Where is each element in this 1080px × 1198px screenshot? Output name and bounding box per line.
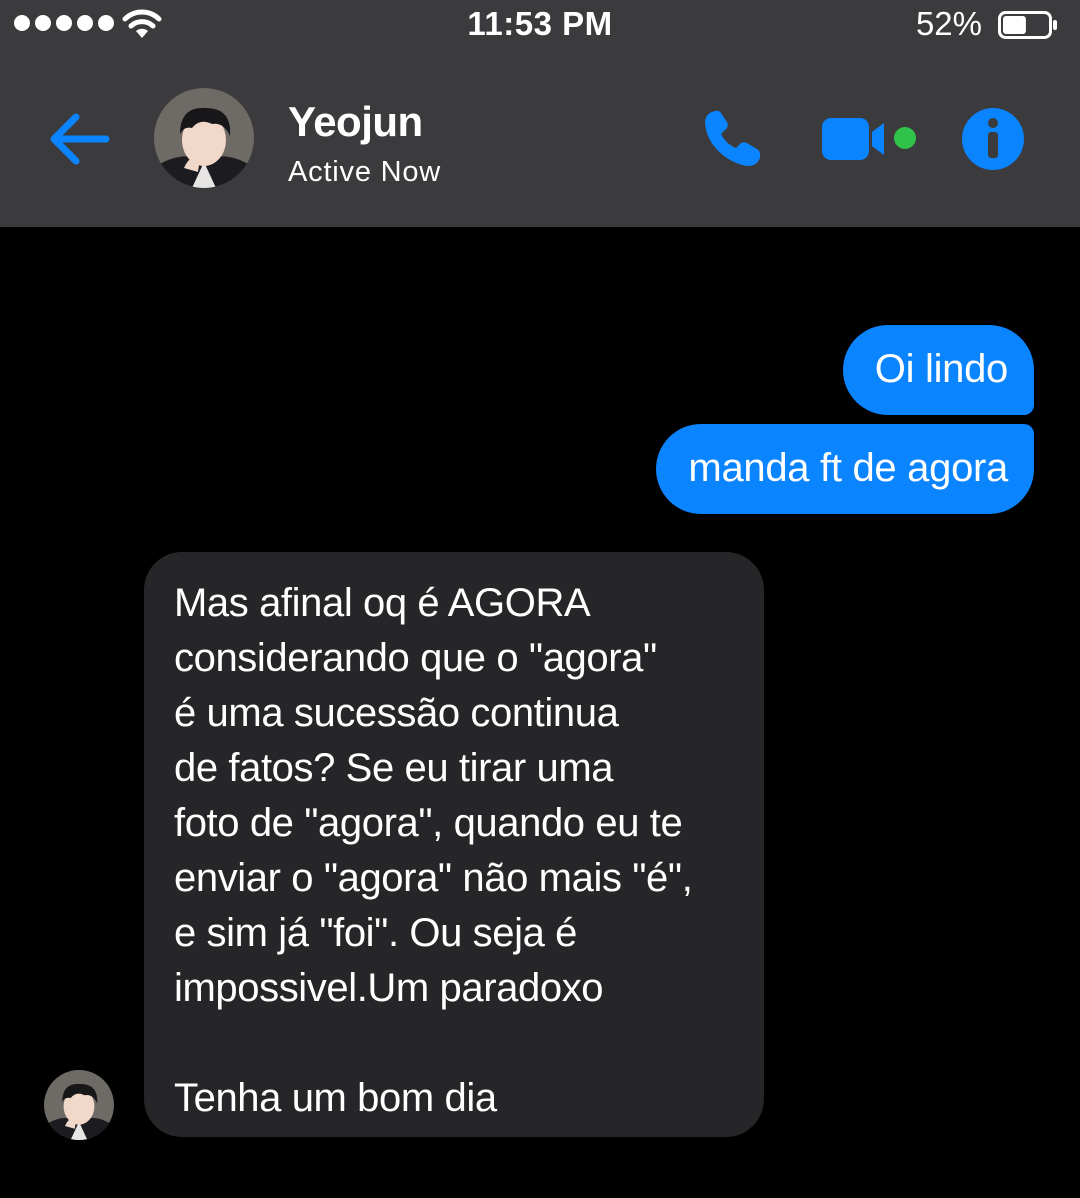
message-line: considerando que o "agora": [174, 636, 657, 680]
message-line: de fatos? Se eu tirar uma: [174, 746, 614, 790]
info-icon[interactable]: [960, 106, 1026, 172]
battery-icon: [998, 11, 1057, 39]
message-line: enviar o "agora" não mais "é",: [174, 856, 693, 900]
message-line: é uma sucessão continua: [174, 691, 619, 735]
phone-icon[interactable]: [700, 108, 762, 170]
online-indicator-dot: [894, 127, 916, 149]
status-bar: 11:53 PM 52%: [0, 0, 1080, 52]
chat-header: Yeojun Active Now: [0, 52, 1080, 227]
outgoing-message[interactable]: Oi lindo: [842, 325, 1034, 415]
incoming-message[interactable]: Mas afinal oq é AGORA considerando que o…: [144, 552, 764, 1137]
sender-avatar[interactable]: [44, 1070, 114, 1140]
message-line: impossivel.Um paradoxo: [174, 966, 604, 1010]
contact-avatar[interactable]: [154, 88, 254, 188]
message-line: e sim já "foi". Ou seja é: [174, 911, 578, 955]
video-camera-icon[interactable]: [820, 114, 920, 164]
arrow-left-icon[interactable]: [48, 109, 112, 169]
message-line: [174, 1016, 744, 1071]
contact-status: Active Now: [288, 156, 442, 188]
battery-percent: 52%: [915, 5, 982, 42]
outgoing-message[interactable]: manda ft de agora: [656, 424, 1034, 514]
contact-name[interactable]: Yeojun: [288, 98, 423, 146]
message-line: Tenha um bom dia: [174, 1076, 497, 1120]
message-line: foto de "agora", quando eu te: [174, 801, 683, 845]
chat-screen: 11:53 PM 52% Yeojun Active Now Oi lindo …: [0, 0, 1080, 1198]
message-line: Mas afinal oq é AGORA: [174, 581, 591, 625]
